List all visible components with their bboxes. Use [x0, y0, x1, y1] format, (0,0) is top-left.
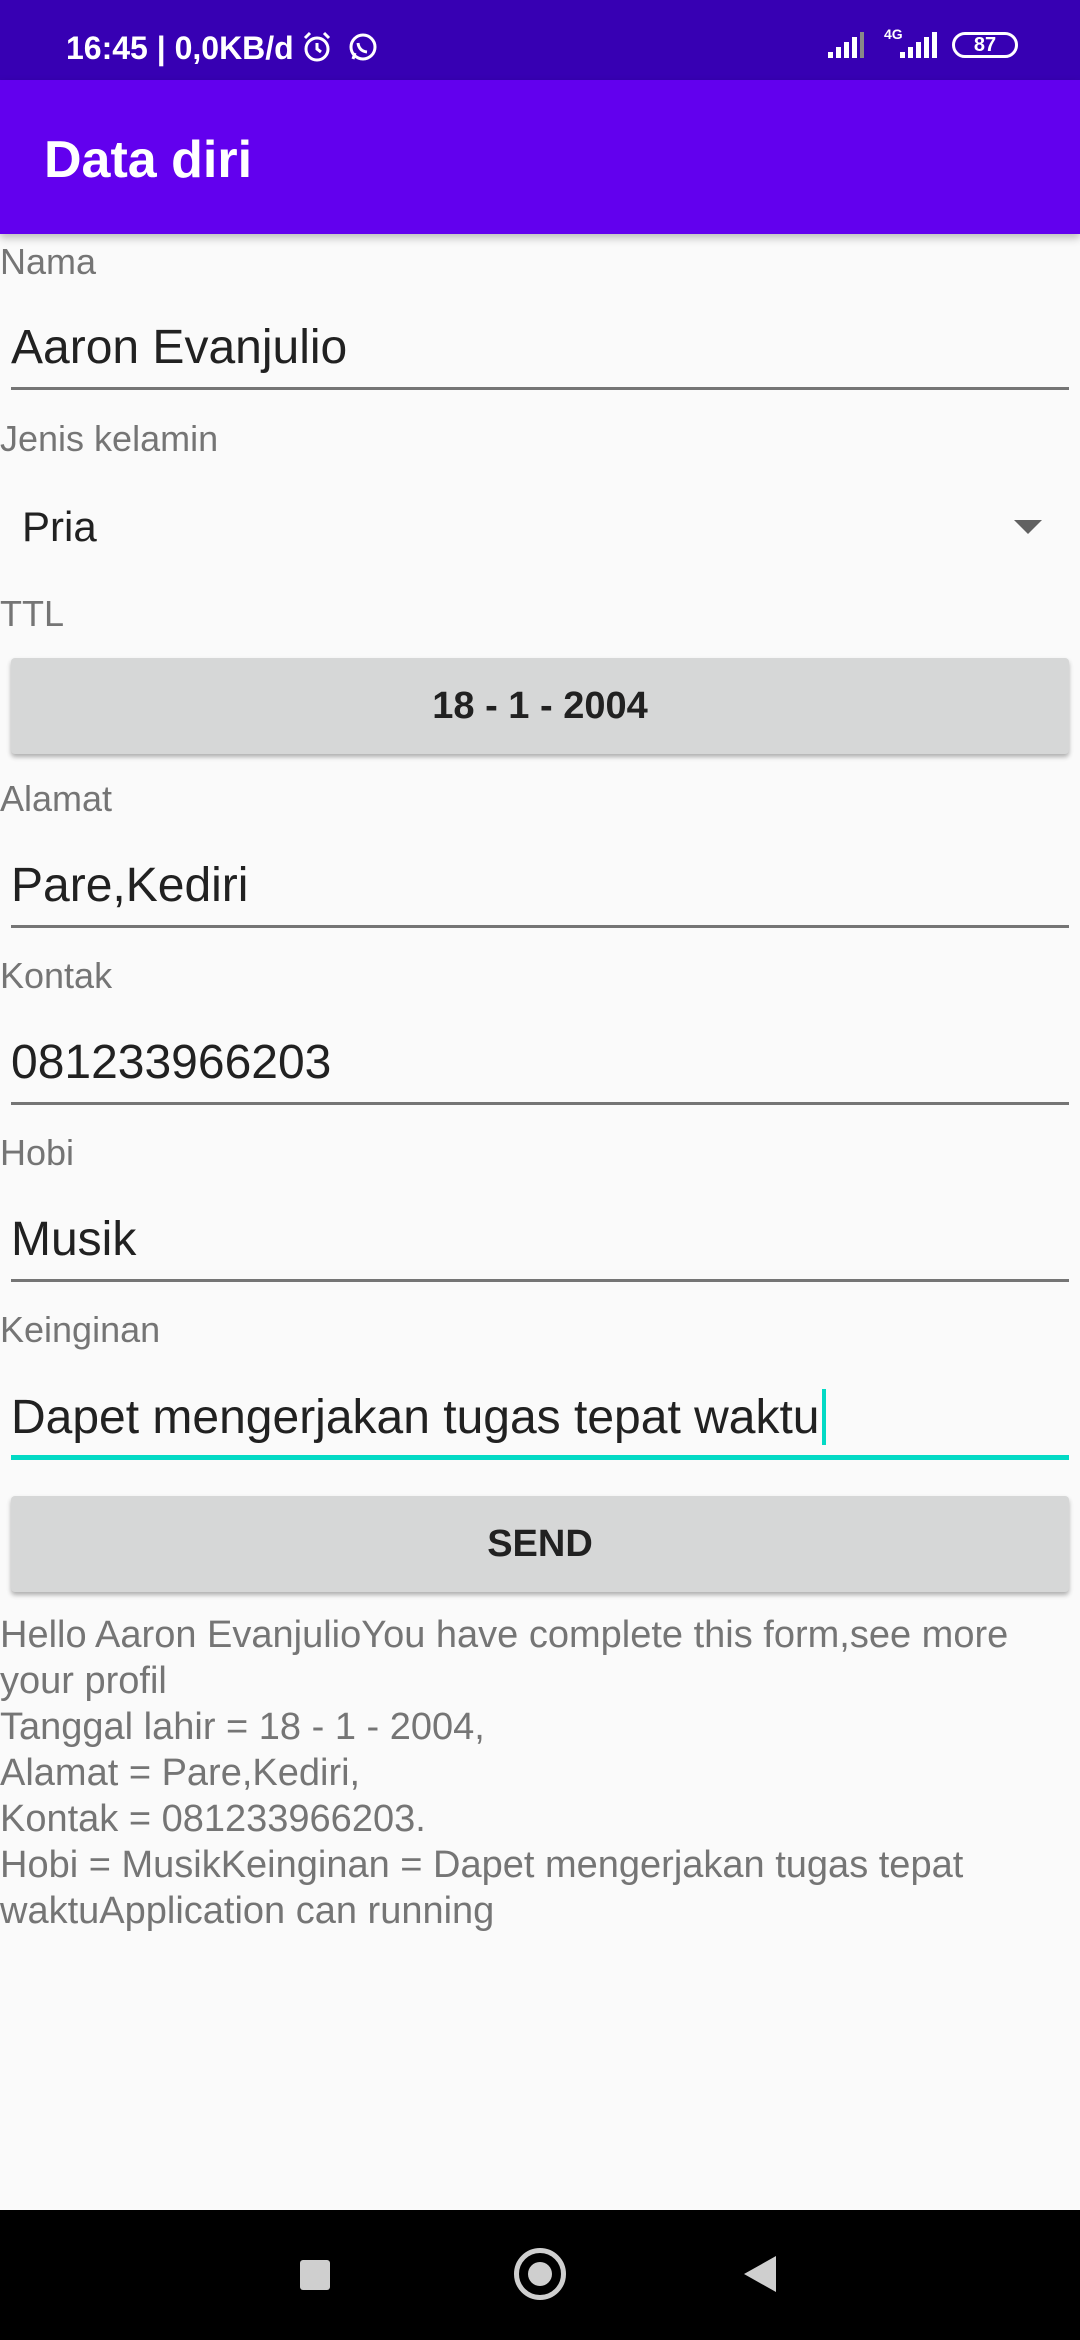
result-line-hobby: Hobi = MusikKeinginan = Dapet mengerjaka…: [0, 1844, 964, 1932]
result-text: Hello Aaron EvanjulioYou have complete t…: [0, 1612, 1040, 1934]
send-button[interactable]: SEND: [11, 1496, 1069, 1592]
jenis-kelamin-value: Pria: [22, 503, 97, 550]
keinginan-value: Dapet mengerjakan tugas tepat waktu: [11, 1391, 820, 1444]
status-icons-right: 4G 87: [826, 26, 1018, 60]
jenis-kelamin-select[interactable]: Pria: [22, 494, 1042, 560]
status-bar: 16:45 | 0,0KB/d 4G 87: [0, 0, 1080, 80]
back-icon[interactable]: [744, 2256, 776, 2292]
alarm-icon: [303, 31, 331, 62]
kontak-field[interactable]: 081233966203: [11, 1025, 1069, 1105]
status-time: 16:45 | 0,0KB/d: [66, 30, 294, 66]
text-cursor: [821, 1389, 826, 1445]
signal-4g-icon: 4G: [880, 26, 938, 60]
page-title: Data diri: [44, 131, 253, 189]
nama-field[interactable]: Aaron Evanjulio: [11, 310, 1069, 390]
alamat-label: Alamat: [0, 778, 113, 819]
alamat-field[interactable]: Pare,Kediri: [11, 848, 1069, 928]
whatsapp-icon: [349, 33, 377, 61]
status-icons-left: [300, 30, 380, 64]
keinginan-field[interactable]: Dapet mengerjakan tugas tepat waktu: [11, 1380, 1069, 1460]
home-icon-inner: [528, 2262, 552, 2286]
home-icon[interactable]: [514, 2248, 566, 2300]
jenis-kelamin-label: Jenis kelamin: [0, 418, 219, 459]
keinginan-label: Keinginan: [0, 1309, 161, 1350]
battery-icon: 87: [952, 32, 1018, 58]
navigation-bar: [0, 2210, 1080, 2340]
kontak-label: Kontak: [0, 955, 113, 996]
dropdown-arrow-icon: [1014, 520, 1042, 534]
result-line-greeting: Hello Aaron EvanjulioYou have complete t…: [0, 1614, 1009, 1702]
hobi-label: Hobi: [0, 1132, 75, 1173]
signal-icon: [828, 32, 864, 58]
recents-icon[interactable]: [300, 2260, 330, 2290]
ttl-label: TTL: [0, 593, 65, 634]
app-bar: Data diri: [0, 80, 1080, 234]
battery-level: 87: [973, 33, 997, 56]
result-line-contact: Kontak = 081233966203.: [0, 1798, 426, 1840]
hobi-field[interactable]: Musik: [11, 1202, 1069, 1282]
ttl-date-button[interactable]: 18 - 1 - 2004: [11, 658, 1069, 754]
result-line-birthdate: Tanggal lahir = 18 - 1 - 2004,: [0, 1706, 485, 1748]
nama-label: Nama: [0, 241, 97, 282]
result-line-address: Alamat = Pare,Kediri,: [0, 1752, 361, 1794]
